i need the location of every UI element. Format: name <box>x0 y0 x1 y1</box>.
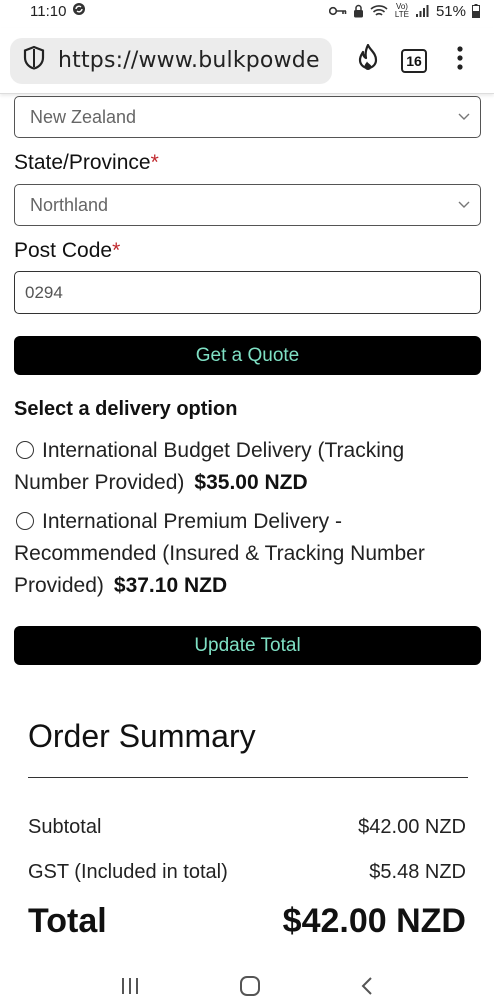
update-total-button[interactable]: Update Total <box>14 626 481 665</box>
required-mark: * <box>112 239 121 262</box>
state-select[interactable]: Northland <box>14 184 481 226</box>
subtotal-label: Subtotal <box>28 816 102 838</box>
total-row: Total $42.00 NZD <box>28 902 466 941</box>
country-value: New Zealand <box>30 106 137 127</box>
divider <box>28 777 468 778</box>
total-label: Total <box>28 902 107 940</box>
radio-button[interactable] <box>16 441 34 459</box>
home-icon[interactable] <box>239 975 261 997</box>
key-icon <box>328 6 347 16</box>
state-value: Northland <box>30 194 109 215</box>
more-vert-button[interactable] <box>442 43 478 79</box>
browser-toolbar: https://www.bulkpowde 16 <box>0 28 494 94</box>
fire-button[interactable] <box>350 43 386 79</box>
tabs-button[interactable]: 16 <box>396 43 432 79</box>
order-summary-title: Order Summary <box>28 718 256 754</box>
gst-label: GST (Included in total) <box>28 861 228 883</box>
delivery-option-premium[interactable]: International Premium Delivery - Recomme… <box>14 506 484 602</box>
gst-value: $5.48 NZD <box>369 861 466 883</box>
radio-button[interactable] <box>16 512 34 530</box>
option-price: $35.00 NZD <box>194 471 308 494</box>
back-icon[interactable] <box>360 976 374 996</box>
postcode-label-text: Post Code <box>14 239 113 262</box>
url-text[interactable]: https://www.bulkpowde <box>58 48 320 73</box>
address-bar[interactable]: https://www.bulkpowde <box>10 37 332 84</box>
state-label-text: State/Province <box>14 151 151 174</box>
postcode-label: Post Code* <box>14 239 120 263</box>
status-bar: 11:10 Vo) LTE 51% <box>0 0 494 22</box>
chevron-down-icon <box>458 113 470 121</box>
fire-icon <box>356 43 380 77</box>
sync-icon <box>72 2 86 20</box>
status-right: Vo) LTE 51% <box>328 2 480 20</box>
wifi-icon <box>370 4 388 18</box>
signal-icon <box>415 5 430 17</box>
postcode-input[interactable] <box>14 271 481 314</box>
battery-icon <box>472 4 480 18</box>
chevron-down-icon <box>458 201 470 209</box>
delivery-title: Select a delivery option <box>14 398 238 420</box>
option-price: $37.10 NZD <box>113 574 228 597</box>
subtotal-row: Subtotal $42.00 NZD <box>28 816 466 839</box>
battery-text: 51% <box>435 2 466 20</box>
lock-icon <box>353 4 364 18</box>
delivery-option-budget[interactable]: International Budget Delivery (Tracking … <box>14 435 484 499</box>
required-mark: * <box>150 151 159 174</box>
status-time: 11:10 <box>30 2 67 20</box>
status-left: 11:10 <box>30 2 86 20</box>
more-vert-icon <box>457 46 463 75</box>
lte-label: Vo) LTE <box>394 2 409 19</box>
subtotal-value: $42.00 NZD <box>358 816 466 838</box>
tab-count: 16 <box>401 48 427 73</box>
gst-row: GST (Included in total) $5.48 NZD <box>28 861 466 884</box>
get-quote-button[interactable]: Get a Quote <box>14 336 481 375</box>
shield-icon[interactable] <box>22 45 46 76</box>
system-nav-bar <box>0 972 494 1000</box>
state-label: State/Province* <box>14 151 159 175</box>
recent-apps-icon[interactable] <box>120 977 140 995</box>
country-select[interactable]: New Zealand <box>14 96 481 138</box>
total-value: $42.00 NZD <box>282 902 466 940</box>
